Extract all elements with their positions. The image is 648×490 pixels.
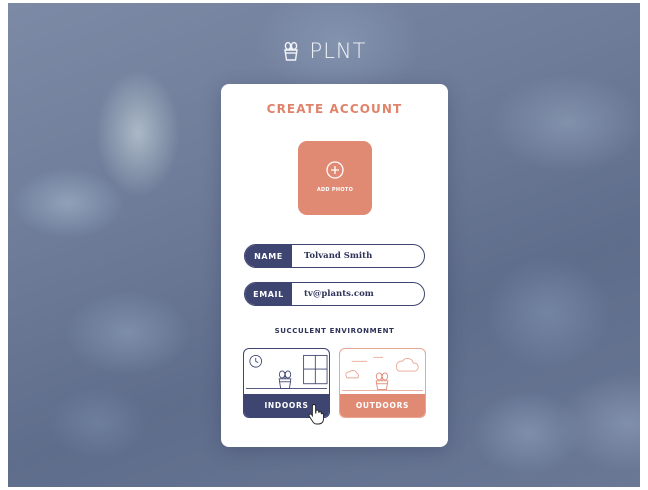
logo-text: PLNT [309,39,367,63]
plus-circle-icon [326,161,344,179]
environment-label: SUCCULENT ENVIRONMENT [274,327,395,335]
create-account-card: CREATE ACCOUNT ADD PHOTO NAME EMAIL SUCC… [221,84,448,447]
cloud-icon [345,370,359,379]
cloud-icon [396,358,419,372]
potted-plant-icon [375,372,389,391]
add-photo-label: ADD PHOTO [316,187,354,193]
potted-plant-icon [278,370,292,390]
email-input[interactable] [292,283,424,305]
add-photo-button[interactable]: ADD PHOTO [298,141,372,215]
outdoors-illustration [341,356,424,392]
app-logo: PLNT [8,39,640,63]
outdoors-option[interactable]: OUTDOORS [339,348,426,418]
outdoors-label: OUTDOORS [340,394,425,417]
name-field: NAME [244,244,425,268]
email-field: EMAIL [244,282,425,306]
indoors-illustration [245,354,328,390]
potted-plant-icon [283,41,298,61]
indoors-label: INDOORS [244,394,329,417]
background-photo: PLNT CREATE ACCOUNT ADD PHOTO NAME EMAIL… [8,3,640,487]
email-field-label: EMAIL [245,283,292,305]
name-input[interactable] [292,245,424,267]
name-field-label: NAME [245,245,292,267]
card-title: CREATE ACCOUNT [266,102,403,116]
indoors-option[interactable]: INDOORS [243,348,330,418]
